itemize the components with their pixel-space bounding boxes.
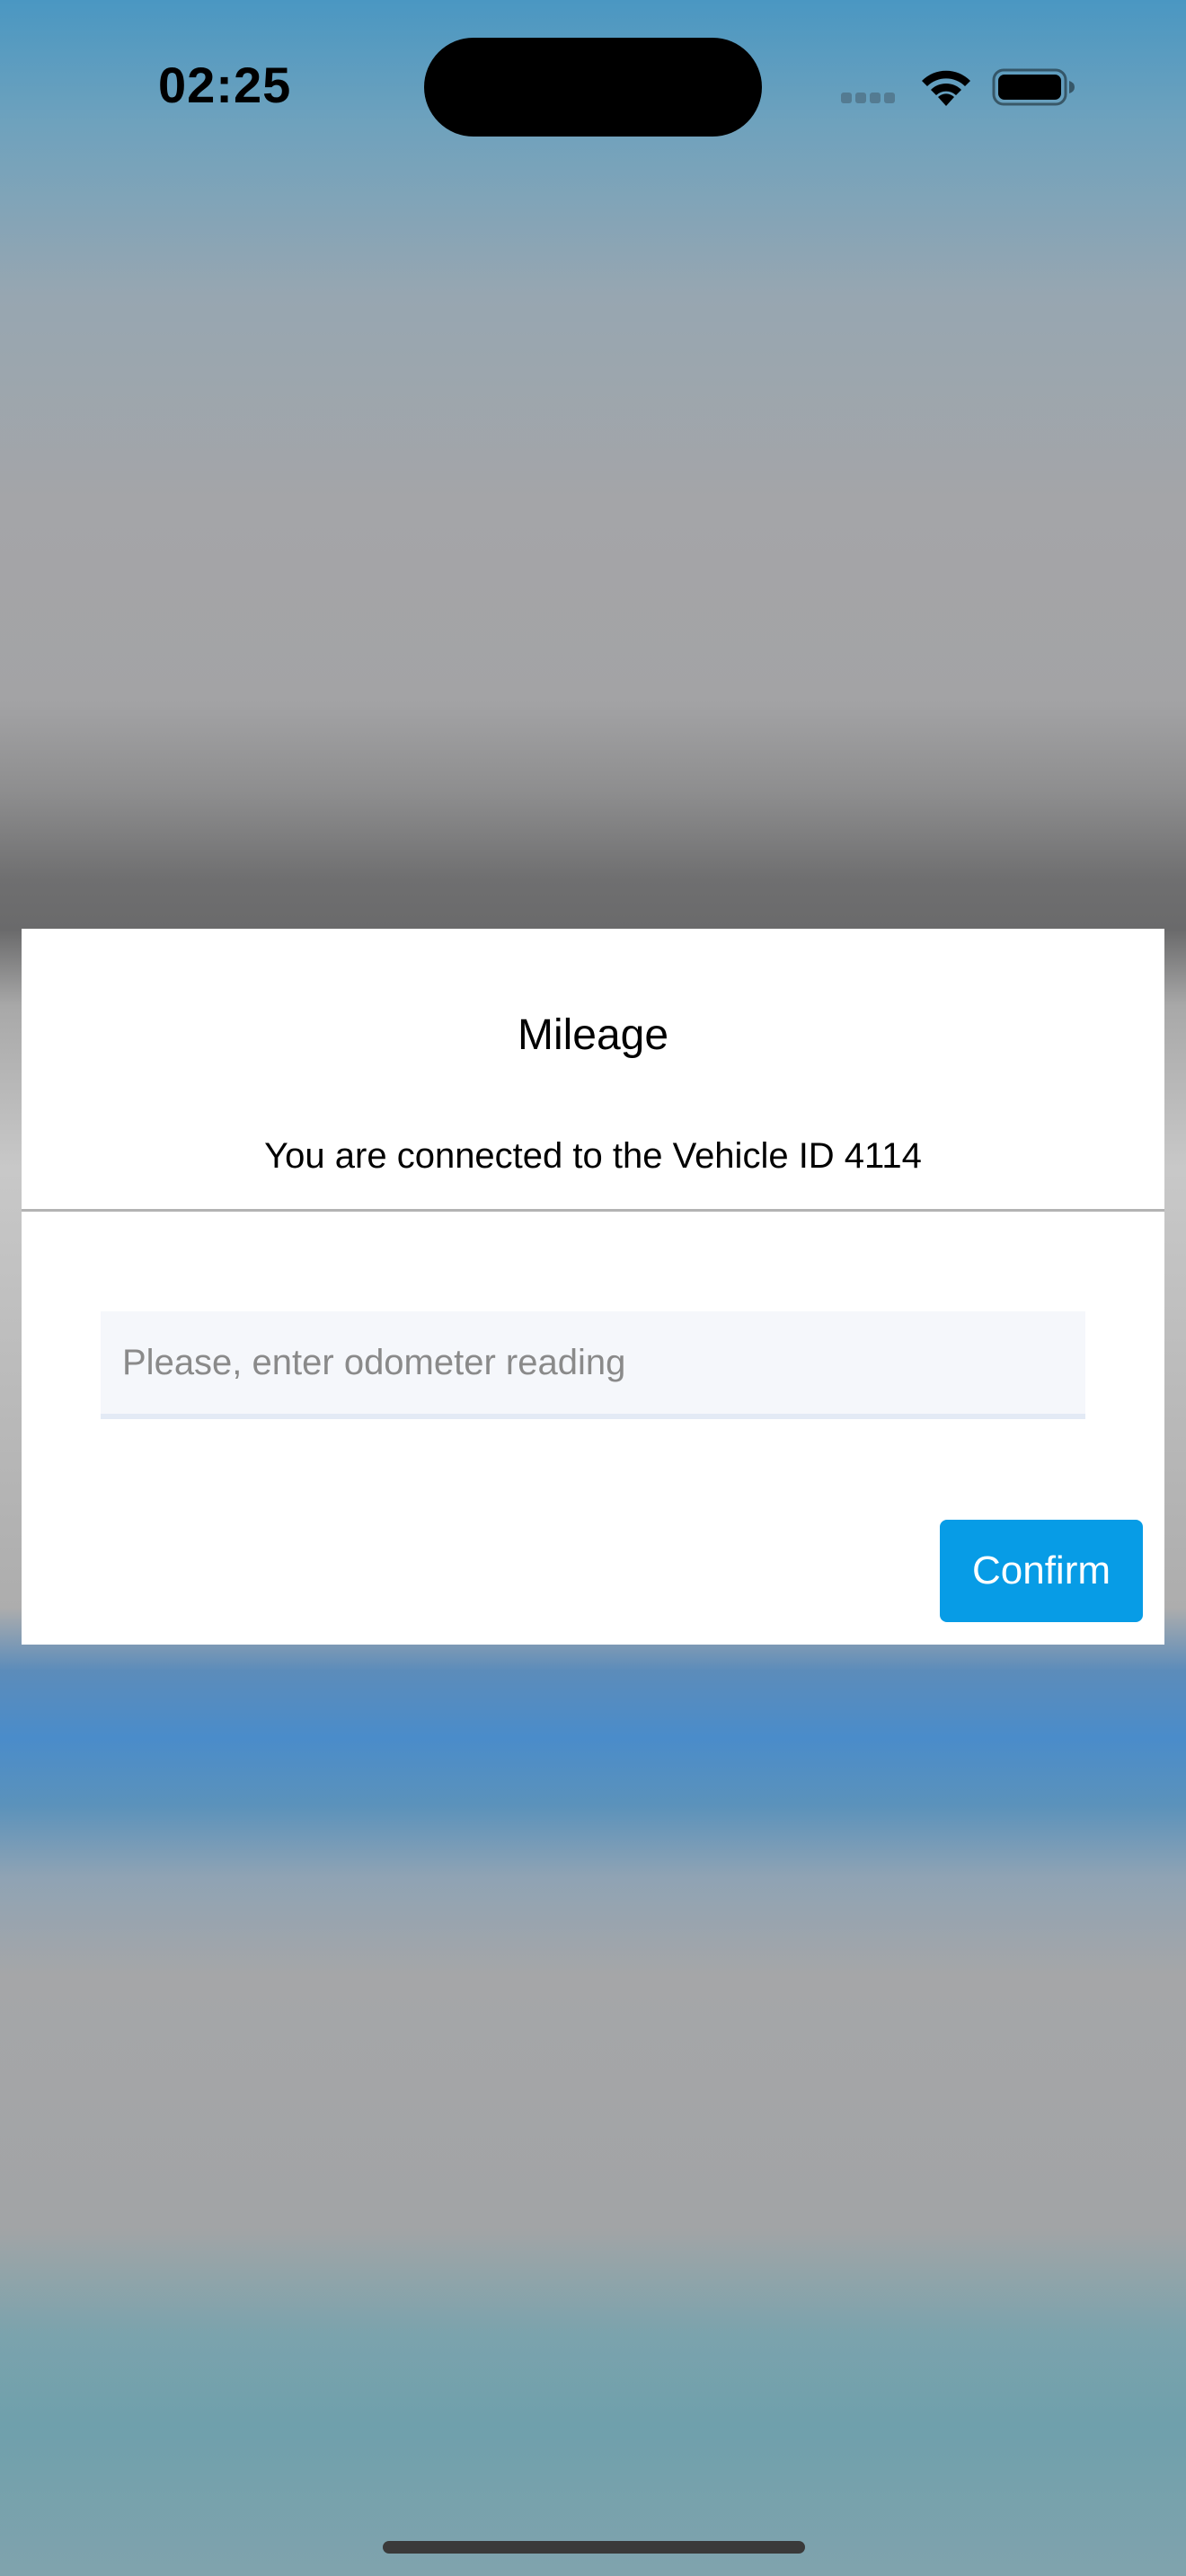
odometer-input[interactable]	[101, 1311, 1085, 1414]
dynamic-island	[424, 38, 762, 137]
vehicle-connection-message: You are connected to the Vehicle ID 4114	[264, 1136, 922, 1176]
wifi-icon	[922, 70, 970, 106]
dialog-divider	[22, 1209, 1164, 1212]
app-screen: 02:25 Mileage You are connected to the V…	[0, 0, 1186, 2576]
odometer-field	[101, 1311, 1085, 1419]
status-time: 02:25	[158, 57, 292, 113]
home-indicator[interactable]	[383, 2541, 805, 2554]
confirm-button[interactable]: Confirm	[940, 1520, 1143, 1622]
dialog-title: Mileage	[517, 1011, 669, 1059]
battery-icon	[992, 68, 1075, 106]
mileage-dialog: Mileage You are connected to the Vehicle…	[22, 929, 1164, 1645]
cellular-signal-icon	[841, 92, 902, 104]
